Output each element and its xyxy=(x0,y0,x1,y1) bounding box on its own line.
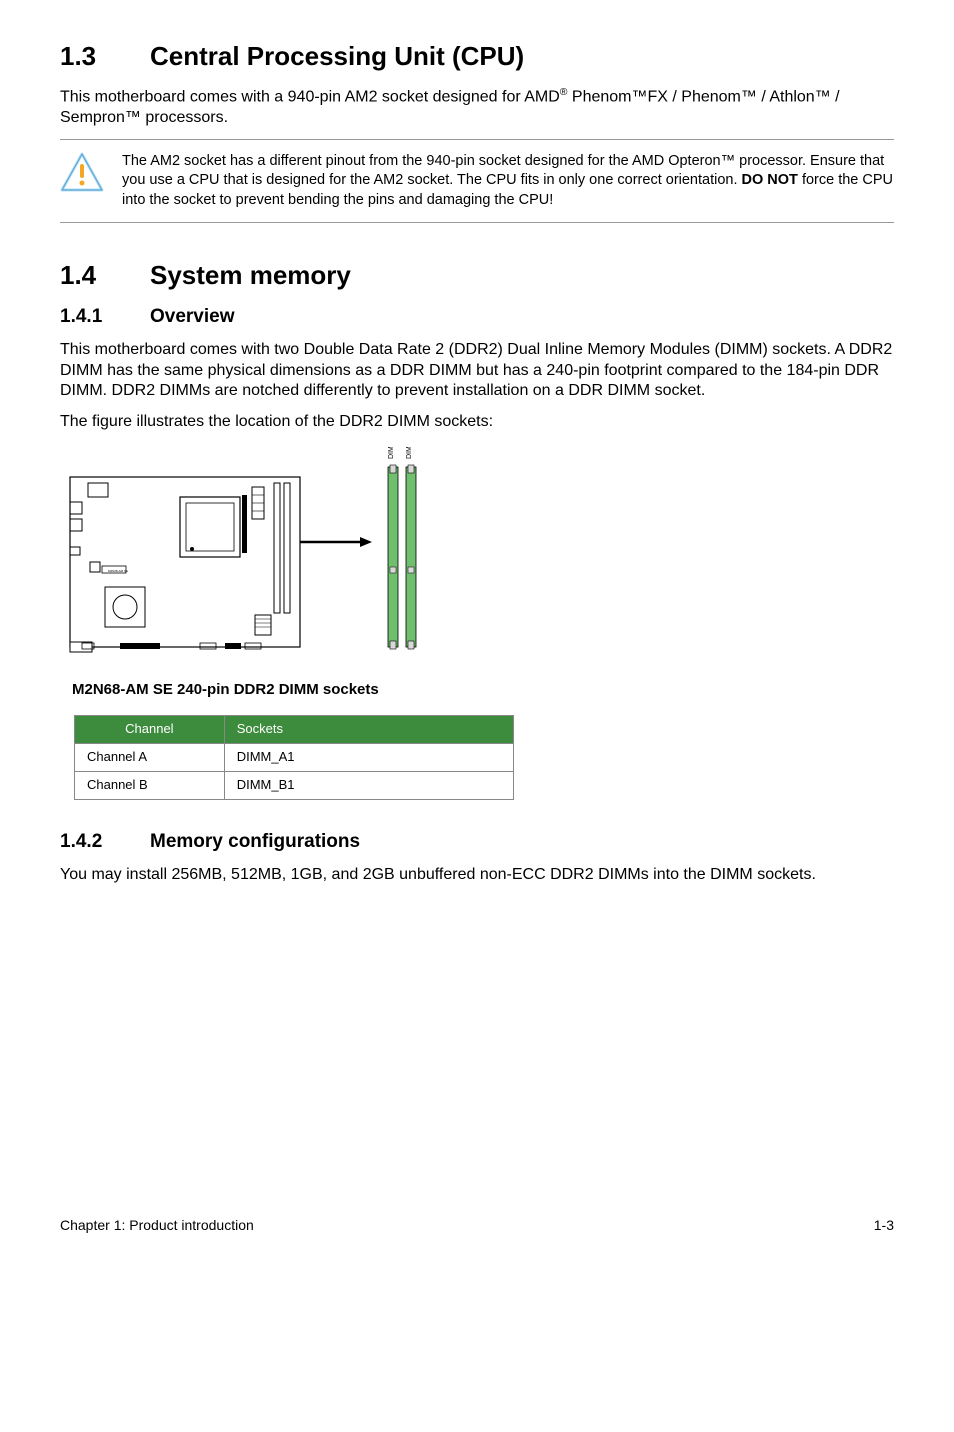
diagram-caption: M2N68-AM SE 240-pin DDR2 DIMM sockets xyxy=(72,680,894,700)
section-2-heading: System memory xyxy=(150,260,351,290)
subsection-1-4-2: 1.4.2Memory configurations xyxy=(60,830,894,855)
overview-paragraph-1: This motherboard comes with two Double D… xyxy=(60,340,894,402)
table-cell: Channel A xyxy=(75,744,225,772)
page-footer: Chapter 1: Product introduction 1-3 xyxy=(60,1216,894,1234)
footer-left: Chapter 1: Product introduction xyxy=(60,1216,254,1234)
subsection-1-4-1-heading: Overview xyxy=(150,306,235,327)
section-1-title: 1.3Central Processing Unit (CPU) xyxy=(60,40,894,74)
overview-paragraph-2: The figure illustrates the location of t… xyxy=(60,412,894,433)
table-cell: DIMM_A1 xyxy=(224,744,513,772)
table-header-row: Channel Sockets xyxy=(75,716,514,744)
table-row: Channel A DIMM_A1 xyxy=(75,744,514,772)
table-cell: DIMM_B1 xyxy=(224,772,513,800)
svg-text:DIMM_A1: DIMM_A1 xyxy=(388,447,395,459)
caution-text: The AM2 socket has a different pinout fr… xyxy=(122,152,894,211)
subsection-1-4-1-number: 1.4.1 xyxy=(60,305,150,330)
caution-callout: The AM2 socket has a different pinout fr… xyxy=(60,140,894,223)
section-1-heading: Central Processing Unit (CPU) xyxy=(150,41,524,71)
subsection-1-4-2-number: 1.4.2 xyxy=(60,830,150,855)
table-cell: Channel B xyxy=(75,772,225,800)
section-2-number: 1.4 xyxy=(60,259,150,293)
table-header-sockets: Sockets xyxy=(224,716,513,744)
svg-text:M2N68-AM SE: M2N68-AM SE xyxy=(108,569,128,573)
motherboard-diagram: M2N68-AM SE DIMM_A1 xyxy=(60,447,894,674)
section-1-paragraph: This motherboard comes with a 940-pin AM… xyxy=(60,86,894,129)
callout-divider-bottom xyxy=(60,222,894,223)
footer-right: 1-3 xyxy=(874,1216,894,1234)
subsection-1-4-1: 1.4.1Overview xyxy=(60,305,894,330)
dimm-sockets-table: Channel Sockets Channel A DIMM_A1 Channe… xyxy=(74,715,514,800)
table-row: Channel B DIMM_B1 xyxy=(75,772,514,800)
subsection-1-4-2-heading: Memory configurations xyxy=(150,831,360,852)
section-2-title: 1.4System memory xyxy=(60,259,894,293)
memory-config-paragraph: You may install 256MB, 512MB, 1GB, and 2… xyxy=(60,865,894,886)
caution-icon xyxy=(60,152,104,192)
section-1-number: 1.3 xyxy=(60,40,150,74)
table-header-channel: Channel xyxy=(75,716,225,744)
svg-text:DIMM_B1: DIMM_B1 xyxy=(406,447,413,459)
